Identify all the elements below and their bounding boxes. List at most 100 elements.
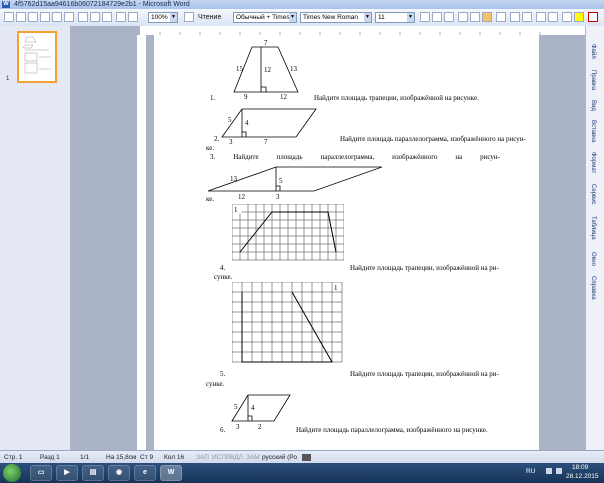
grid-figure-4: 1 <box>232 204 344 261</box>
side-menu-tools[interactable]: Сервис <box>590 184 596 205</box>
undo-icon[interactable] <box>116 12 126 22</box>
paste-icon[interactable] <box>102 12 112 22</box>
bold-icon[interactable] <box>420 12 430 22</box>
status-bar: Стр. 1 Разд 1 1/1 На 15,8см Ст 9 Кол 16 … <box>0 450 604 464</box>
fig4-unit-label: 1 <box>234 206 238 214</box>
style-value: Обычный + Times <box>236 14 290 21</box>
status-page[interactable]: Стр. 1 <box>4 452 23 463</box>
q3-number: 3. <box>210 153 216 161</box>
status-section[interactable]: Разд 1 <box>40 452 60 463</box>
align-center-icon[interactable] <box>470 12 480 22</box>
side-menu-help[interactable]: Справка <box>590 276 596 300</box>
q6-number: 6. <box>220 426 226 434</box>
media-player-taskbar-icon[interactable]: ▶ <box>56 465 78 481</box>
formatting-toolbar: 100% ▼ Чтение Обычный + Times ▼ Times New … <box>0 9 604 27</box>
start-button-icon[interactable] <box>3 464 21 482</box>
side-menu-window[interactable]: Окно <box>590 252 596 266</box>
explorer-taskbar-icon[interactable]: ▭ <box>30 465 52 481</box>
network-icon[interactable] <box>546 468 552 474</box>
language-indicator[interactable]: RU <box>526 468 535 475</box>
fig1-label-right: 13 <box>290 65 298 73</box>
q1-number: 1. <box>210 94 216 102</box>
status-ext[interactable]: ВДЛ <box>230 452 243 463</box>
q5-text: Найдите площадь трапеции, изображённой н… <box>350 370 499 378</box>
status-language[interactable]: русский (Ро <box>262 452 297 463</box>
status-trk[interactable]: ИСПР <box>212 452 230 463</box>
status-line[interactable]: Ст 9 <box>140 452 153 463</box>
side-menu-table[interactable]: Таблица <box>590 216 596 240</box>
chevron-down-icon: ▼ <box>170 13 177 22</box>
spelling-status-icon[interactable] <box>302 454 311 461</box>
side-menu-file[interactable]: Файл <box>590 44 596 59</box>
side-menu-insert[interactable]: Вставка <box>590 120 596 142</box>
fig2-label-side: 5 <box>228 116 232 124</box>
status-pages[interactable]: 1/1 <box>80 452 89 463</box>
status-column[interactable]: Кол 16 <box>164 452 184 463</box>
font-select[interactable]: Times New Roman ▼ <box>300 12 372 23</box>
ruler-ticks <box>159 32 541 35</box>
ie-taskbar-icon[interactable]: e <box>134 465 156 481</box>
spell-icon[interactable] <box>64 12 74 22</box>
numbering-icon[interactable] <box>510 12 520 22</box>
indent-icon[interactable] <box>548 12 558 22</box>
clock-time[interactable]: 18:09 <box>572 464 588 471</box>
preview-icon[interactable] <box>52 12 62 22</box>
q2-number: 2. <box>214 135 220 143</box>
q4-number: 4. <box>220 264 226 272</box>
q5-number: 5. <box>220 370 226 378</box>
copy-icon[interactable] <box>90 12 100 22</box>
chevron-down-icon: ▼ <box>407 13 414 22</box>
style-select[interactable]: Обычный + Times ▼ <box>233 12 297 23</box>
fig5-unit-label: 1 <box>334 284 338 292</box>
fig1-label-bottom-right: 12 <box>280 93 288 99</box>
status-rec[interactable]: ЗАП <box>196 452 209 463</box>
fig3-label-height: 5 <box>279 177 283 185</box>
bullets-icon[interactable] <box>522 12 532 22</box>
page-thumbnail[interactable] <box>17 31 57 83</box>
status-position[interactable]: На 15,8см <box>106 452 137 463</box>
word-taskbar-icon[interactable]: W <box>160 465 182 481</box>
side-menu-edit[interactable]: Правка <box>590 70 596 90</box>
justify-icon[interactable] <box>482 12 492 22</box>
open-icon[interactable] <box>16 12 26 22</box>
document-area: 7 15 12 13 9 12 1. Найдите площадь трапе… <box>146 35 585 450</box>
document-page[interactable]: 7 15 12 13 9 12 1. Найдите площадь трапе… <box>154 35 539 450</box>
underline-icon[interactable] <box>444 12 454 22</box>
side-menu-format[interactable]: Формат <box>590 152 596 173</box>
align-left-icon[interactable] <box>458 12 468 22</box>
font-size-select[interactable]: 11 ▼ <box>375 12 415 23</box>
fig1-label-bottom-left: 9 <box>244 93 248 99</box>
folder-taskbar-icon[interactable]: ▤ <box>82 465 104 481</box>
reading-mode-button[interactable]: Чтение <box>198 12 221 23</box>
fig1-label-left: 15 <box>236 65 244 73</box>
fig6-label-right: 2 <box>258 423 262 431</box>
workspace-left <box>71 26 140 450</box>
chevron-down-icon: ▼ <box>289 13 296 22</box>
trapezoid-figure-1: 7 15 12 13 9 12 <box>233 39 299 99</box>
status-ovr[interactable]: ЗАМ <box>246 452 260 463</box>
font-color-icon[interactable] <box>588 12 598 22</box>
volume-icon[interactable] <box>556 468 562 474</box>
thumbnail-preview <box>22 36 51 74</box>
zoom-select[interactable]: 100% ▼ <box>148 12 178 23</box>
clock-date[interactable]: 28.12.2015 <box>566 473 599 480</box>
fig6-label-height: 4 <box>251 404 255 412</box>
word-app-icon[interactable]: W <box>2 1 10 8</box>
print-icon[interactable] <box>40 12 50 22</box>
redo-icon[interactable] <box>128 12 138 22</box>
parallelogram-figure-2: 5 4 3 7 <box>221 108 317 145</box>
chevron-down-icon: ▼ <box>364 13 371 22</box>
border-icon[interactable] <box>562 12 572 22</box>
save-icon[interactable] <box>28 12 38 22</box>
q3-cont: ке. <box>206 195 215 203</box>
chrome-taskbar-icon[interactable]: ◉ <box>108 465 130 481</box>
new-doc-icon[interactable] <box>4 12 14 22</box>
cut-icon[interactable] <box>78 12 88 22</box>
outdent-icon[interactable] <box>536 12 546 22</box>
italic-icon[interactable] <box>432 12 442 22</box>
font-size-value: 11 <box>378 14 385 21</box>
highlight-icon[interactable] <box>574 12 584 22</box>
line-spacing-icon[interactable] <box>496 12 506 22</box>
help-icon[interactable] <box>184 12 194 22</box>
side-menu-view[interactable]: Вид <box>590 100 596 111</box>
